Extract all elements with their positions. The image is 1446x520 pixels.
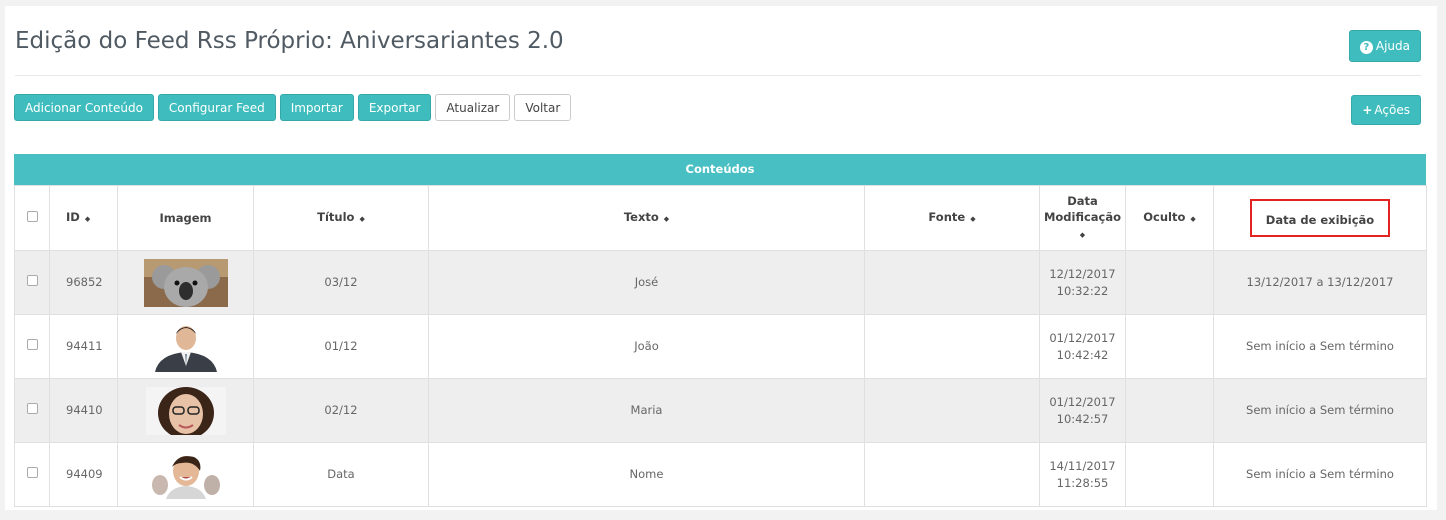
row-id: 94411 <box>49 314 118 379</box>
row-hidden <box>1125 442 1214 507</box>
businessman-photo <box>150 321 221 372</box>
col-hidden[interactable]: Oculto ◆ <box>1125 185 1214 251</box>
sort-icon: ◆ <box>1079 231 1086 239</box>
row-image <box>117 314 254 379</box>
select-all-checkbox[interactable] <box>26 211 38 222</box>
koala-photo <box>143 258 228 307</box>
row-id: 94410 <box>49 378 118 443</box>
row-display-date: 13/12/2017 a 13/12/2017 <box>1213 250 1427 315</box>
col-modified[interactable]: Data Modificação ◆ <box>1039 185 1126 251</box>
row-source <box>864 314 1040 379</box>
row-id: 96852 <box>49 250 118 315</box>
row-image <box>117 250 254 315</box>
page-title: Edição do Feed Rss Próprio: Aniversarian… <box>15 28 564 54</box>
row-select-cell <box>14 314 50 379</box>
row-select-cell <box>14 250 50 315</box>
row-display-date: Sem início a Sem término <box>1213 378 1427 443</box>
toolbar: Adicionar Conteúdo Configurar Feed Impor… <box>14 94 572 121</box>
col-source[interactable]: Fonte ◆ <box>864 185 1040 251</box>
row-source <box>864 250 1040 315</box>
row-source <box>864 442 1040 507</box>
row-title: 03/12 <box>253 250 429 315</box>
sort-icon: ◆ <box>970 215 976 223</box>
question-circle-icon: ? <box>1359 41 1373 54</box>
actions-label: Ações <box>1374 103 1410 117</box>
row-hidden <box>1125 378 1214 443</box>
export-button[interactable]: Exportar <box>357 94 432 121</box>
help-label: Ajuda <box>1375 39 1410 53</box>
row-checkbox[interactable] <box>26 467 38 478</box>
smiling-woman-photo <box>147 450 224 499</box>
row-text: Maria <box>428 378 865 443</box>
row-hidden <box>1125 250 1214 315</box>
table-row[interactable]: 94411 01/12 João 01/12/2017 10:42:42 Sem… <box>14 314 1427 379</box>
row-checkbox[interactable] <box>26 275 38 286</box>
configure-feed-button[interactable]: Configurar Feed <box>157 94 276 121</box>
import-button[interactable]: Importar <box>279 94 354 121</box>
title-divider <box>15 75 1421 76</box>
row-modified: 14/11/2017 11:28:55 <box>1039 442 1126 507</box>
row-checkbox[interactable] <box>26 339 38 350</box>
add-content-button[interactable]: Adicionar Conteúdo <box>14 94 154 121</box>
row-source <box>864 378 1040 443</box>
col-id[interactable]: ID ◆ <box>49 185 118 251</box>
row-title: Data <box>253 442 429 507</box>
col-image: Imagem <box>117 185 254 251</box>
row-select-cell <box>14 442 50 507</box>
woman-glasses-photo <box>145 386 226 435</box>
row-modified: 12/12/2017 10:32:22 <box>1039 250 1126 315</box>
row-image <box>117 442 254 507</box>
row-select-cell <box>14 378 50 443</box>
row-text: Nome <box>428 442 865 507</box>
table-header-row: ID ◆ Imagem Título ◆ Texto ◆ Fonte ◆ Data Mod… <box>14 185 1427 251</box>
row-modified: 01/12/2017 10:42:42 <box>1039 314 1126 379</box>
row-title: 02/12 <box>253 378 429 443</box>
col-title[interactable]: Título ◆ <box>253 185 429 251</box>
row-hidden <box>1125 314 1214 379</box>
sort-icon: ◆ <box>1190 215 1196 223</box>
row-image <box>117 378 254 443</box>
col-text[interactable]: Texto ◆ <box>428 185 865 251</box>
col-display-date: Data de exibição <box>1213 185 1427 251</box>
row-id: 94409 <box>49 442 118 507</box>
row-title: 01/12 <box>253 314 429 379</box>
sort-icon: ◆ <box>663 215 670 223</box>
table-row[interactable]: 94410 02/12 Maria 01/12/2017 10:42:57 Se… <box>14 378 1427 443</box>
main-panel: Edição do Feed Rss Próprio: Aniversarian… <box>5 6 1437 510</box>
back-button[interactable]: Voltar <box>514 94 572 121</box>
table-caption: Conteúdos <box>14 154 1426 185</box>
contents-table: Conteúdos ID ◆ Imagem Título ◆ Texto ◆ Font… <box>14 154 1427 507</box>
row-display-date: Sem início a Sem término <box>1213 442 1427 507</box>
row-checkbox[interactable] <box>26 403 38 414</box>
display-date-highlight: Data de exibição <box>1250 199 1390 237</box>
row-text: João <box>428 314 865 379</box>
sort-icon: ◆ <box>84 215 91 223</box>
plus-icon: + <box>1362 103 1373 117</box>
row-display-date: Sem início a Sem término <box>1213 314 1427 379</box>
refresh-button[interactable]: Atualizar <box>435 94 511 121</box>
table-row[interactable]: 94409 Data Nome 14/11/2017 11:28:55 Sem … <box>14 442 1427 507</box>
help-button[interactable]: ? Ajuda <box>1348 30 1421 62</box>
actions-button[interactable]: + Ações <box>1351 95 1421 125</box>
row-text: José <box>428 250 865 315</box>
sort-icon: ◆ <box>359 215 365 223</box>
table-row[interactable]: 96852 03/12 José 12/12/2017 10:32:22 13/… <box>14 250 1427 315</box>
row-modified: 01/12/2017 10:42:57 <box>1039 378 1126 443</box>
select-all-cell <box>14 185 50 251</box>
